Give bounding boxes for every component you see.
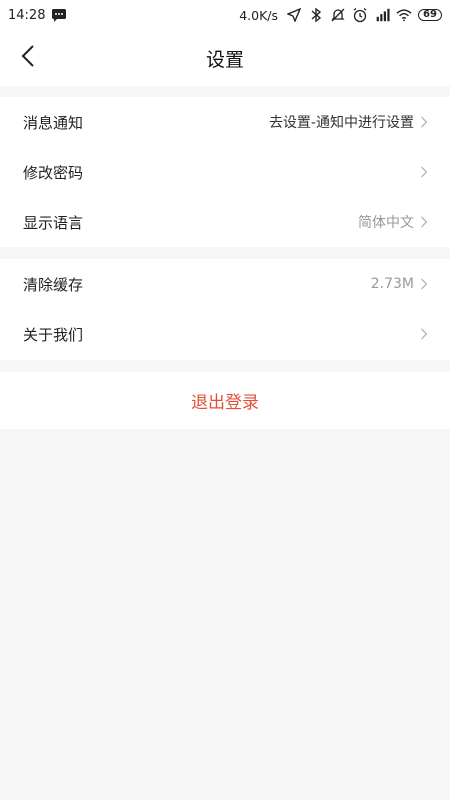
- status-right: 4.0K/s 69: [239, 7, 442, 23]
- alarm-icon: [352, 7, 368, 23]
- chevron-right-icon: [421, 166, 428, 178]
- battery-indicator: 69: [418, 9, 442, 21]
- settings-group-2: 清除缓存 2.73M 关于我们: [0, 259, 450, 360]
- status-bar: 14:28 4.0K/s 69: [0, 0, 450, 30]
- settings-item-value: 简体中文: [358, 215, 414, 231]
- page-title: 设置: [205, 48, 244, 71]
- settings-item-label: 清除缓存: [23, 275, 84, 294]
- settings-item-value: 2.73M: [370, 276, 414, 292]
- signal-icon: [374, 7, 390, 23]
- chevron-left-icon: [21, 44, 35, 72]
- chevron-right-icon: [421, 116, 428, 128]
- location-icon: [286, 7, 302, 23]
- wifi-icon: [396, 7, 412, 23]
- settings-item-right: 去设置-通知中进行设置: [269, 112, 428, 132]
- settings-item-right: 简体中文: [358, 212, 428, 232]
- chevron-right-icon: [421, 216, 428, 228]
- settings-item-clear-cache[interactable]: 清除缓存 2.73M: [0, 259, 450, 309]
- chevron-right-icon: [421, 278, 428, 290]
- bluetooth-icon: [308, 7, 324, 23]
- settings-item-language[interactable]: 显示语言 简体中文: [0, 197, 450, 247]
- status-time: 14:28: [8, 7, 46, 23]
- status-left: 14:28: [8, 7, 67, 23]
- settings-item-change-password[interactable]: 修改密码: [0, 147, 450, 197]
- header: 设置: [0, 30, 450, 86]
- settings-item-right: 2.73M: [371, 276, 428, 292]
- settings-item-label: 修改密码: [23, 163, 84, 182]
- net-speed: 4.0K/s: [239, 7, 278, 23]
- settings-item-label: 关于我们: [23, 325, 84, 344]
- settings-item-value: 去设置-通知中进行设置: [268, 115, 414, 131]
- back-button[interactable]: [12, 42, 44, 74]
- settings-item-label: 消息通知: [23, 113, 84, 132]
- settings-item-label: 显示语言: [23, 213, 84, 232]
- settings-item-notifications[interactable]: 消息通知 去设置-通知中进行设置: [0, 97, 450, 147]
- mute-icon: [330, 7, 346, 23]
- settings-item-right: [420, 328, 428, 340]
- logout-button[interactable]: 退出登录: [0, 372, 450, 429]
- logout-label: 退出登录: [191, 393, 259, 413]
- settings-item-about-us[interactable]: 关于我们: [0, 309, 450, 359]
- logout-group: 退出登录: [0, 372, 450, 429]
- settings-item-right: [420, 166, 428, 178]
- settings-group-1: 消息通知 去设置-通知中进行设置 修改密码 显示语言 简体中文: [0, 97, 450, 247]
- chevron-right-icon: [421, 328, 428, 340]
- message-icon: [51, 7, 67, 23]
